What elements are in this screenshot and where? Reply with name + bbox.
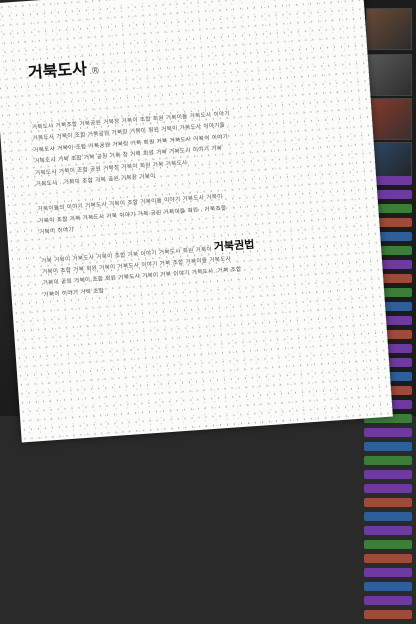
document-title: 거북도사 ® — [27, 38, 328, 83]
side-tag-chip[interactable] — [364, 554, 412, 563]
side-tag-chip[interactable] — [364, 428, 412, 437]
paragraph-3: 거북 거북이 거북도사 거북이 조합 거북 이야기 거북도사 회원 거북이 거북… — [41, 232, 344, 301]
side-tag-chip[interactable] — [364, 442, 412, 451]
paragraph-2: 거북이들의 이야기 거북도사 거북이 조합 거북이들 이야기 거북도사 거북이 거… — [37, 184, 339, 239]
side-tag-chip[interactable] — [364, 568, 412, 577]
side-tag-chip[interactable] — [364, 526, 412, 535]
document-paper: 거북도사 ® 거북도사 거북조합 거북공원 거북장 거북이 조합 회원 거북이들 … — [0, 0, 393, 443]
thumbnail-image[interactable] — [366, 8, 412, 50]
title-text: 거북도사 — [27, 59, 88, 83]
title-mark: ® — [90, 66, 101, 77]
side-tag-chip[interactable] — [364, 610, 412, 619]
side-tag-chip[interactable] — [364, 470, 412, 479]
thumbnail-image[interactable] — [366, 54, 412, 96]
side-tag-chip[interactable] — [364, 456, 412, 465]
side-tag-chip[interactable] — [364, 596, 412, 605]
paragraph-1: 거북도사 거북조합 거북공원 거북장 거북이 조합 회원 거북이들 거북도사 이… — [32, 102, 336, 191]
side-tag-chip[interactable] — [364, 498, 412, 507]
side-tag-chip[interactable] — [364, 582, 412, 591]
side-tag-chip[interactable] — [364, 540, 412, 549]
document-content: 거북도사 ® 거북도사 거북조합 거북공원 거북장 거북이 조합 회원 거북이들 … — [27, 38, 344, 316]
highlight-text: 거북권법 — [213, 237, 255, 254]
side-tag-chip[interactable] — [364, 512, 412, 521]
side-tag-chip[interactable] — [364, 484, 412, 493]
